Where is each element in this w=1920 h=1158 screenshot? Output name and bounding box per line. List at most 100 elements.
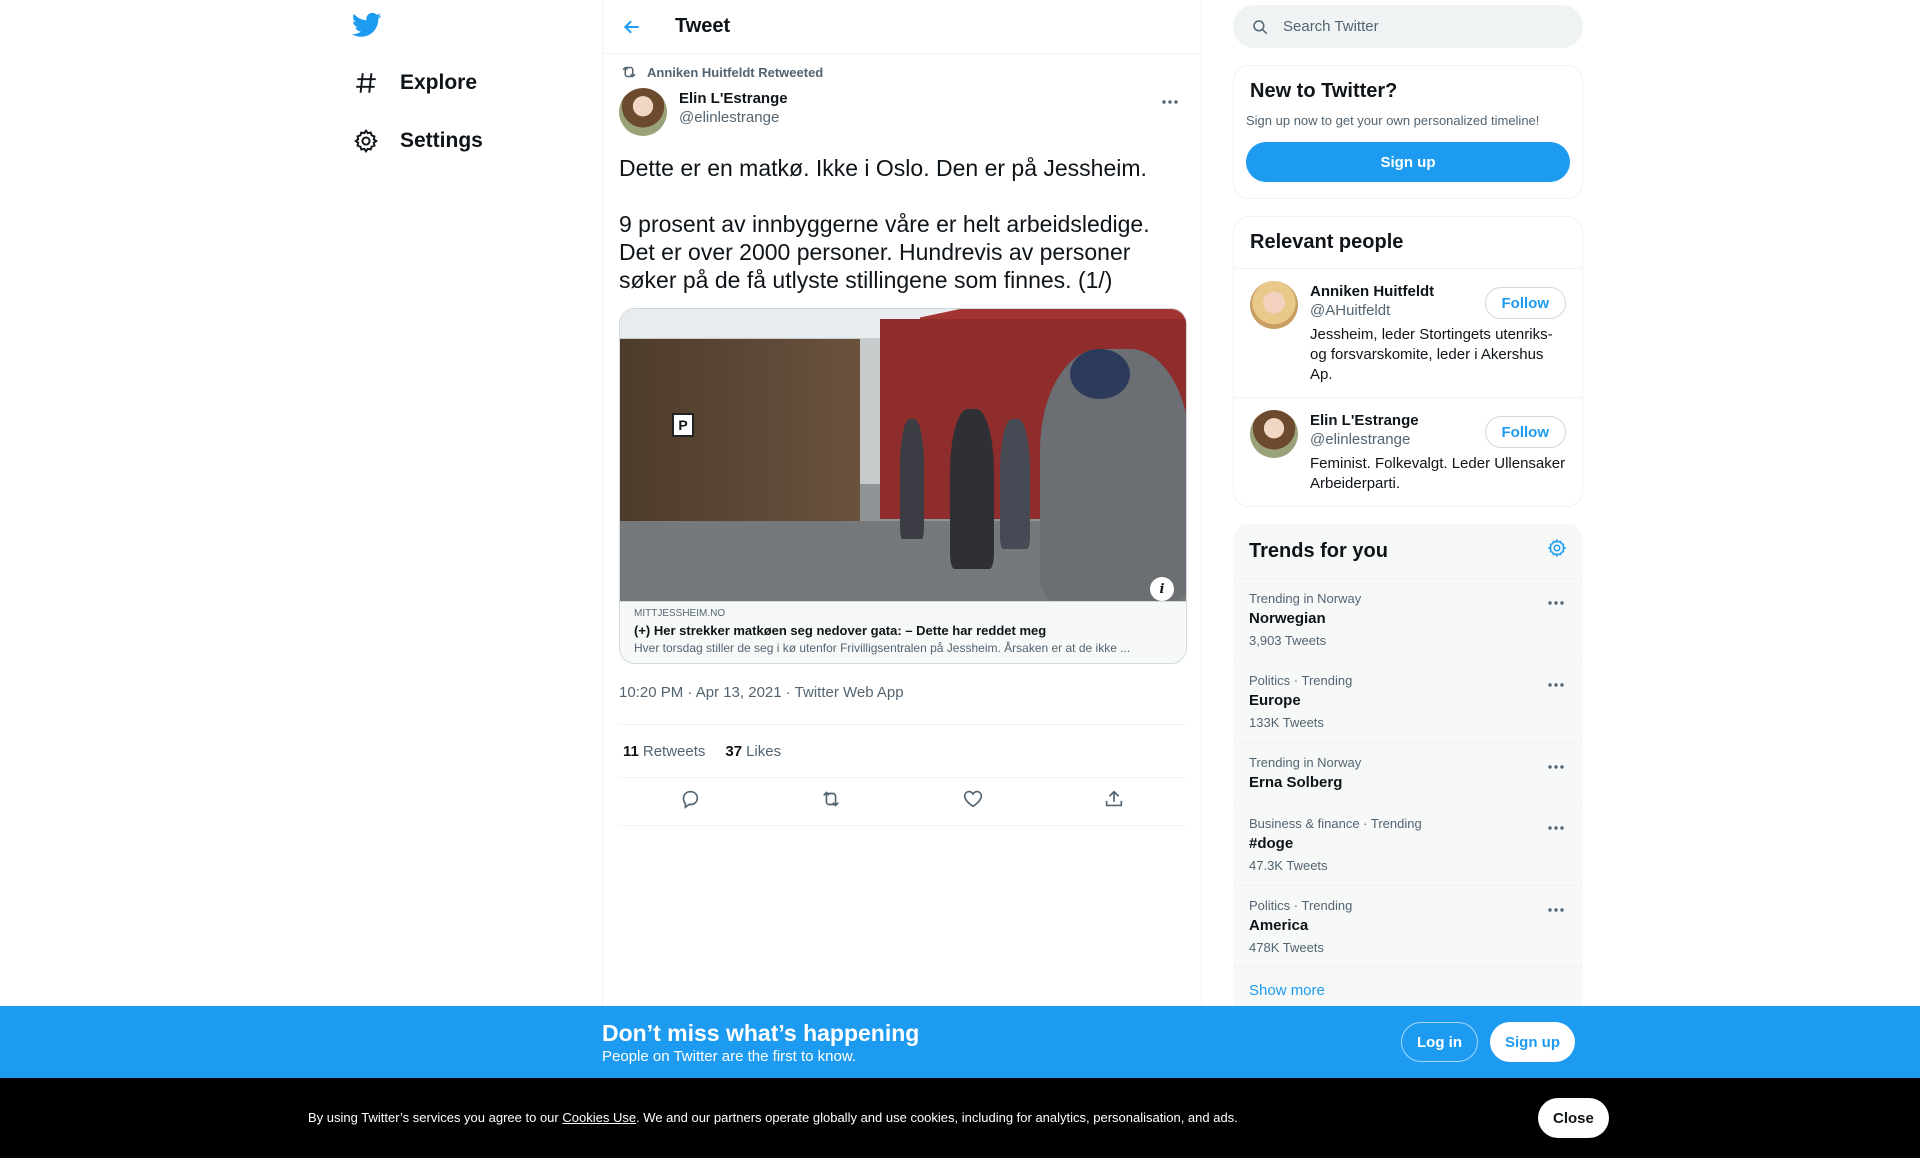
retweets-stat[interactable]: 11 Retweets (623, 743, 705, 760)
trend-name: America (1249, 917, 1309, 934)
likes-count: 37 (725, 742, 743, 760)
trend-context: Politics · Trending (1249, 898, 1353, 913)
nav-explore[interactable]: Explore (352, 58, 477, 108)
trend-item[interactable]: Trending in Norway Norwegian 3,903 Tweet… (1233, 579, 1583, 661)
more-dots-icon (1548, 683, 1564, 687)
card-title: (+) Her strekker matkøen seg nedover gat… (634, 623, 1047, 638)
person-row[interactable]: Elin L'Estrange @elinlestrange Feminist.… (1234, 398, 1582, 506)
like-button[interactable] (962, 788, 984, 815)
avatar[interactable] (619, 88, 667, 136)
cookie-text-before: By using Twitter’s services you agree to… (308, 1110, 563, 1125)
trends-panel: Trends for you Trending in Norway Norweg… (1233, 524, 1583, 1013)
nav-settings-label: Settings (400, 129, 483, 152)
arrow-left-icon (623, 19, 639, 34)
cookie-close-button[interactable]: Close (1538, 1098, 1609, 1138)
more-dots-icon (1162, 100, 1178, 104)
gear-icon (1547, 538, 1567, 558)
tweet-timestamp[interactable]: 10:20 PM · Apr 13, 2021 · Twitter Web Ap… (619, 684, 1185, 725)
gear-icon (352, 127, 380, 155)
page-title: Tweet (675, 15, 731, 37)
likes-stat[interactable]: 37 Likes (725, 743, 781, 760)
reply-button[interactable] (679, 788, 701, 815)
trend-name: #doge (1249, 835, 1294, 852)
tweet-author: Elin L'Estrange @elinlestrange (619, 88, 1185, 142)
nav-settings[interactable]: Settings (352, 116, 483, 166)
trend-item[interactable]: Politics · Trending Europe 133K Tweets (1233, 661, 1583, 743)
main-column: Tweet Anniken Huitfeldt Retweeted Elin L… (602, 0, 1202, 1158)
banner-title: Don’t miss what’s happening (602, 1020, 920, 1046)
retweet-context: Anniken Huitfeldt Retweeted (619, 56, 1185, 88)
search-box[interactable] (1233, 5, 1583, 48)
more-dots-icon (1548, 765, 1564, 769)
new-to-twitter-subtitle: Sign up now to get your own personalized… (1246, 113, 1540, 128)
trends-settings-button[interactable] (1547, 538, 1567, 564)
retweet-icon (823, 791, 840, 807)
card-domain: MITTJESSHEIM.NO (634, 608, 726, 619)
tweet-text: Dette er en matkø. Ikke i Oslo. Den er p… (619, 155, 1150, 293)
back-button[interactable] (615, 10, 649, 44)
trend-context: Business & finance · Trending (1249, 816, 1422, 831)
likes-label: Likes (746, 742, 782, 760)
avatar[interactable] (1250, 281, 1298, 329)
tweet-stats: 11 Retweets 37 Likes (619, 725, 1185, 778)
cookie-bar: By using Twitter’s services you agree to… (0, 1078, 1920, 1158)
more-dots-icon (1548, 826, 1564, 830)
trend-more-button[interactable] (1541, 675, 1571, 695)
share-icon (1106, 790, 1123, 807)
right-sidebar: New to Twitter? Sign up now to get your … (1233, 0, 1583, 1013)
trend-context: Trending in Norway (1249, 591, 1362, 606)
trend-more-button[interactable] (1541, 593, 1571, 613)
trend-item[interactable]: Trending in Norway Erna Solberg (1233, 743, 1583, 804)
trend-more-button[interactable] (1541, 757, 1571, 777)
more-dots-icon (1548, 908, 1564, 912)
card-image: P i (620, 309, 1186, 601)
relevant-people-panel: Relevant people Anniken Huitfeldt @AHuit… (1233, 216, 1583, 507)
search-input[interactable] (1283, 18, 1563, 35)
trend-count: 3,903 Tweets (1249, 633, 1327, 648)
new-to-twitter-title: New to Twitter? (1250, 80, 1398, 102)
author-handle[interactable]: @elinlestrange (679, 109, 788, 126)
retweets-count: 11 (623, 742, 639, 760)
new-to-twitter-panel: New to Twitter? Sign up now to get your … (1233, 65, 1583, 199)
follow-button[interactable]: Follow (1484, 287, 1566, 319)
heart-icon (963, 790, 982, 808)
person-row[interactable]: Anniken Huitfeldt @AHuitfeldt Jessheim, … (1234, 269, 1582, 398)
trend-name: Erna Solberg (1249, 774, 1343, 791)
retweet-small-icon (619, 63, 639, 81)
author-name[interactable]: Elin L'Estrange (679, 90, 788, 107)
trend-count: 478K Tweets (1249, 940, 1324, 955)
relevant-people-title: Relevant people (1234, 217, 1582, 269)
trend-count: 47.3K Tweets (1249, 858, 1328, 873)
parking-sign: P (672, 413, 694, 437)
trend-name: Europe (1249, 692, 1301, 709)
trends-header: Trends for you (1233, 524, 1583, 579)
share-button[interactable] (1103, 788, 1125, 815)
avatar[interactable] (1250, 410, 1298, 458)
follow-button[interactable]: Follow (1484, 416, 1566, 448)
retweets-label: Retweets (642, 742, 706, 760)
card-meta: MITTJESSHEIM.NO (+) Her strekker matkøen… (620, 601, 1186, 663)
card-info-button[interactable]: i (1150, 577, 1174, 601)
trend-context: Politics · Trending (1249, 673, 1353, 688)
more-options-button[interactable] (1155, 92, 1185, 112)
retweet-button[interactable] (820, 788, 842, 815)
retweeted-by-label[interactable]: Anniken Huitfeldt Retweeted (647, 65, 823, 80)
trend-item[interactable]: Business & finance · Trending #doge 47.3… (1233, 804, 1583, 886)
person-bio: Feminist. Folkevalgt. Leder Ullensaker A… (1310, 455, 1566, 492)
more-dots-icon (1548, 601, 1564, 605)
sidebar-signup-button[interactable]: Sign up (1246, 142, 1570, 182)
trend-item[interactable]: Politics · Trending America 478K Tweets (1233, 886, 1583, 968)
nav-explore-label: Explore (400, 71, 478, 94)
link-card[interactable]: P i MITTJESSHEIM.NO (+) Her strekker mat… (619, 308, 1187, 664)
cookies-use-link[interactable]: Cookies Use (562, 1110, 636, 1125)
tweet-actions (619, 778, 1185, 826)
banner-signup-button[interactable]: Sign up (1490, 1022, 1575, 1062)
banner-subtitle: People on Twitter are the first to know. (602, 1048, 857, 1065)
trend-more-button[interactable] (1541, 818, 1571, 838)
cookie-text: By using Twitter’s services you agree to… (308, 1110, 1238, 1125)
twitter-logo-icon[interactable] (351, 10, 388, 46)
trend-more-button[interactable] (1541, 900, 1571, 920)
trend-count: 133K Tweets (1249, 715, 1324, 730)
login-button[interactable]: Log in (1401, 1022, 1478, 1062)
search-icon (1251, 18, 1271, 36)
